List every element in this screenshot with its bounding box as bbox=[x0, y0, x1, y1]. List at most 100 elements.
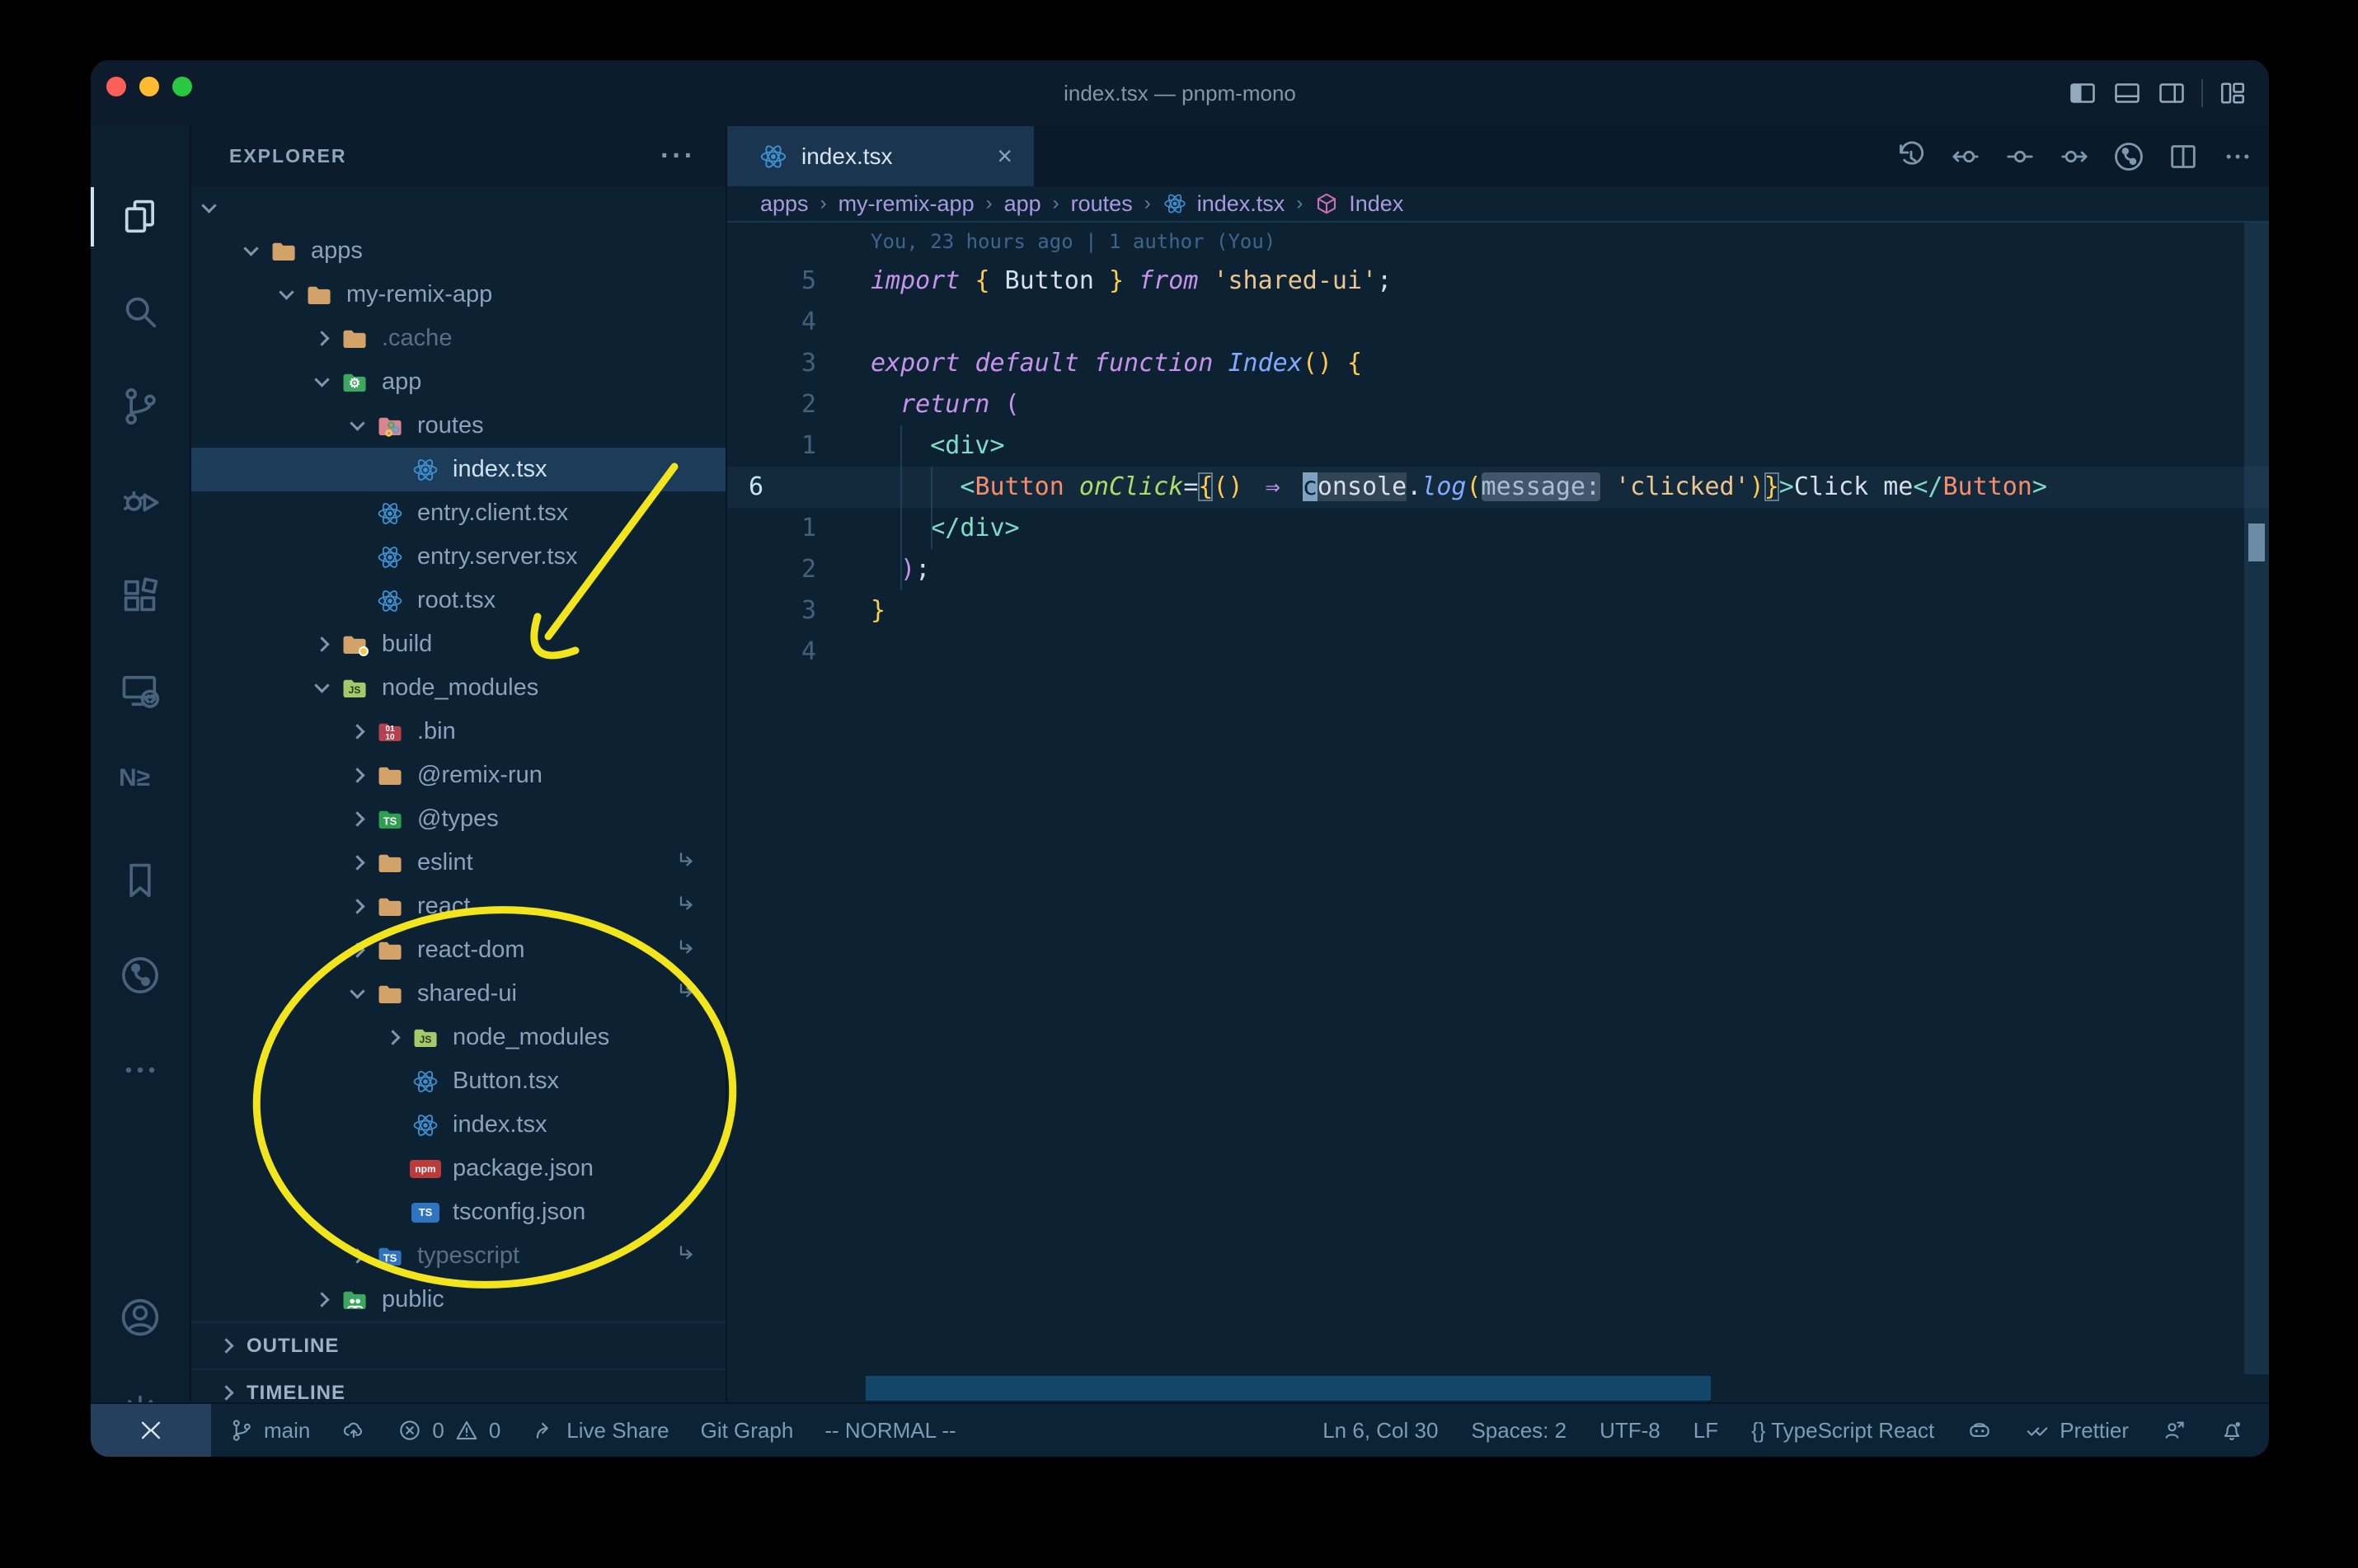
code-line[interactable]: 6 <Button onClick={() ⇒ console.log(mess… bbox=[727, 467, 2269, 508]
tree-item-build[interactable]: build bbox=[191, 622, 726, 666]
status-language-mode[interactable]: {} TypeScript React bbox=[1751, 1418, 1934, 1444]
tree-item-eslint[interactable]: eslint bbox=[191, 841, 726, 885]
breadcrumb-item-routes[interactable]: routes bbox=[1071, 191, 1133, 217]
chevron-right-icon bbox=[218, 1385, 234, 1401]
status-cursor-position[interactable]: Ln 6, Col 30 bbox=[1322, 1418, 1438, 1444]
tree-item-button-tsx[interactable]: Button.tsx bbox=[191, 1059, 726, 1103]
section-outline[interactable]: OUTLINE bbox=[191, 1322, 726, 1368]
tree-item-label: my-remix-app bbox=[346, 281, 493, 307]
chevron-right-icon bbox=[340, 768, 374, 783]
tree-item-label: eslint bbox=[417, 849, 473, 876]
code-line[interactable]: 3} bbox=[727, 590, 2269, 631]
status-encoding[interactable]: UTF-8 bbox=[1599, 1418, 1660, 1444]
sidebar-item-git-graph[interactable] bbox=[91, 936, 190, 1015]
breadcrumb-item-my-remix-app[interactable]: my-remix-app bbox=[838, 191, 975, 217]
chevron-right-icon bbox=[304, 1292, 339, 1307]
status-notifications[interactable] bbox=[2219, 1418, 2244, 1443]
sidebar-item-source-control[interactable] bbox=[91, 367, 190, 446]
breadcrumb-item-index[interactable]: Index bbox=[1314, 191, 1403, 217]
remote-indicator[interactable] bbox=[91, 1404, 211, 1457]
breadcrumb-item-app[interactable]: app bbox=[1004, 191, 1041, 217]
status-eol[interactable]: LF bbox=[1693, 1418, 1718, 1444]
status-live-share[interactable]: Live Share bbox=[532, 1418, 669, 1444]
status-branch[interactable]: main bbox=[229, 1418, 310, 1444]
status-vim-mode[interactable]: -- NORMAL -- bbox=[824, 1418, 956, 1444]
layout-sidebar-right-icon[interactable] bbox=[2157, 78, 2187, 108]
status-problems[interactable]: 00 bbox=[397, 1418, 500, 1444]
folder-node-icon: JS bbox=[410, 1024, 441, 1052]
tree-item-react[interactable]: react bbox=[191, 885, 726, 928]
code-line[interactable]: 2 ); bbox=[727, 549, 2269, 590]
close-icon[interactable]: × bbox=[997, 141, 1012, 171]
horizontal-scrollbar[interactable] bbox=[866, 1376, 1711, 1401]
explorer-title: EXPLORER bbox=[229, 145, 347, 167]
tree-item-label: index.tsx bbox=[453, 456, 547, 482]
tree-item-public[interactable]: public bbox=[191, 1278, 726, 1322]
code-line[interactable]: 4 bbox=[727, 631, 2269, 673]
tree-item-entry-server-tsx[interactable]: entry.server.tsx bbox=[191, 535, 726, 579]
tree-item-react-dom[interactable]: react-dom bbox=[191, 928, 726, 972]
tree-item--types[interactable]: TS @types bbox=[191, 797, 726, 841]
status-git-graph[interactable]: Git Graph bbox=[701, 1418, 794, 1444]
status-formatter[interactable]: Prettier bbox=[2025, 1418, 2129, 1444]
tree-item-index-tsx[interactable]: index.tsx bbox=[191, 448, 726, 491]
code-editor[interactable]: You, 23 hours ago | 1 author (You) 5 impo… bbox=[727, 223, 2269, 1374]
explorer-more-actions[interactable]: ··· bbox=[660, 140, 696, 172]
symlink-icon bbox=[674, 1242, 701, 1269]
file-history-icon[interactable] bbox=[1895, 140, 1928, 173]
sidebar-item-run-debug[interactable] bbox=[91, 462, 190, 541]
tree-item--remix-run[interactable]: @remix-run bbox=[191, 753, 726, 797]
status-indentation[interactable]: Spaces: 2 bbox=[1471, 1418, 1567, 1444]
sidebar-item-nx-console[interactable]: N≥ bbox=[91, 746, 190, 825]
current-change-icon[interactable] bbox=[2003, 140, 2036, 173]
code-line[interactable]: 1 </div> bbox=[727, 508, 2269, 549]
sidebar-item-more-views[interactable] bbox=[91, 1030, 190, 1110]
sidebar-item-remote-explorer[interactable] bbox=[91, 651, 190, 730]
vertical-scrollbar[interactable] bbox=[2244, 223, 2269, 1374]
layout-sidebar-left-icon[interactable] bbox=[2068, 78, 2097, 108]
code-line[interactable]: 3 export default function Index() { bbox=[727, 343, 2269, 384]
code-line[interactable]: 1 <div> bbox=[727, 425, 2269, 467]
status-copilot[interactable] bbox=[1967, 1418, 1992, 1443]
previous-change-icon[interactable] bbox=[1949, 140, 1982, 173]
breadcrumb-item-apps[interactable]: apps bbox=[760, 191, 809, 217]
symbol-cube-icon bbox=[1314, 191, 1339, 216]
tab-index-tsx[interactable]: index.tsx × bbox=[727, 126, 1034, 186]
tree-item-index-tsx[interactable]: index.tsx bbox=[191, 1103, 726, 1147]
status-feedback[interactable] bbox=[2162, 1418, 2187, 1443]
tree-item-my-remix-app[interactable]: my-remix-app bbox=[191, 273, 726, 317]
code-line[interactable]: 5 import { Button } from 'shared-ui'; bbox=[727, 261, 2269, 302]
tree-item-shared-ui[interactable]: shared-ui bbox=[191, 972, 726, 1016]
section-label: TIMELINE bbox=[247, 1381, 345, 1404]
breadcrumb-item-index-tsx[interactable]: index.tsx bbox=[1163, 191, 1285, 217]
sidebar-item-account[interactable] bbox=[91, 1278, 190, 1357]
layout-customize-icon[interactable] bbox=[2218, 78, 2248, 108]
sidebar-item-explorer[interactable] bbox=[91, 177, 190, 256]
tree-item-node-modules[interactable]: JS node_modules bbox=[191, 1016, 726, 1059]
code-line[interactable]: 4 bbox=[727, 302, 2269, 343]
tree-item-apps[interactable]: apps bbox=[191, 229, 726, 273]
tree-item--cache[interactable]: .cache bbox=[191, 317, 726, 360]
tree-root[interactable] bbox=[191, 186, 726, 229]
tree-item-tsconfig-json[interactable]: TS tsconfig.json bbox=[191, 1190, 726, 1234]
tree-item-routes[interactable]: routes bbox=[191, 404, 726, 448]
sidebar-item-bookmarks[interactable] bbox=[91, 841, 190, 920]
tree-item--bin[interactable]: 01 10 .bin bbox=[191, 710, 726, 753]
git-graph-icon[interactable] bbox=[2112, 140, 2145, 173]
tree-item-typescript[interactable]: TS typescript bbox=[191, 1234, 726, 1278]
status-sync[interactable] bbox=[341, 1418, 366, 1443]
tree-item-package-json[interactable]: npm package.json bbox=[191, 1147, 726, 1190]
remote-icon bbox=[119, 669, 162, 712]
code-line[interactable]: 2 return ( bbox=[727, 384, 2269, 425]
tree-item-node-modules[interactable]: JS node_modules bbox=[191, 666, 726, 710]
tree-item-label: tsconfig.json bbox=[453, 1199, 586, 1225]
layout-panel-icon[interactable] bbox=[2112, 78, 2142, 108]
tree-item-entry-client-tsx[interactable]: entry.client.tsx bbox=[191, 491, 726, 535]
sidebar-item-search[interactable] bbox=[91, 272, 190, 351]
tree-item-app[interactable]: ⚙ app bbox=[191, 360, 726, 404]
split-editor-icon[interactable] bbox=[2167, 140, 2200, 173]
sidebar-item-extensions[interactable] bbox=[91, 556, 190, 636]
more-actions-icon[interactable] bbox=[2221, 140, 2254, 173]
tree-item-root-tsx[interactable]: root.tsx bbox=[191, 579, 726, 622]
next-change-icon[interactable] bbox=[2058, 140, 2091, 173]
